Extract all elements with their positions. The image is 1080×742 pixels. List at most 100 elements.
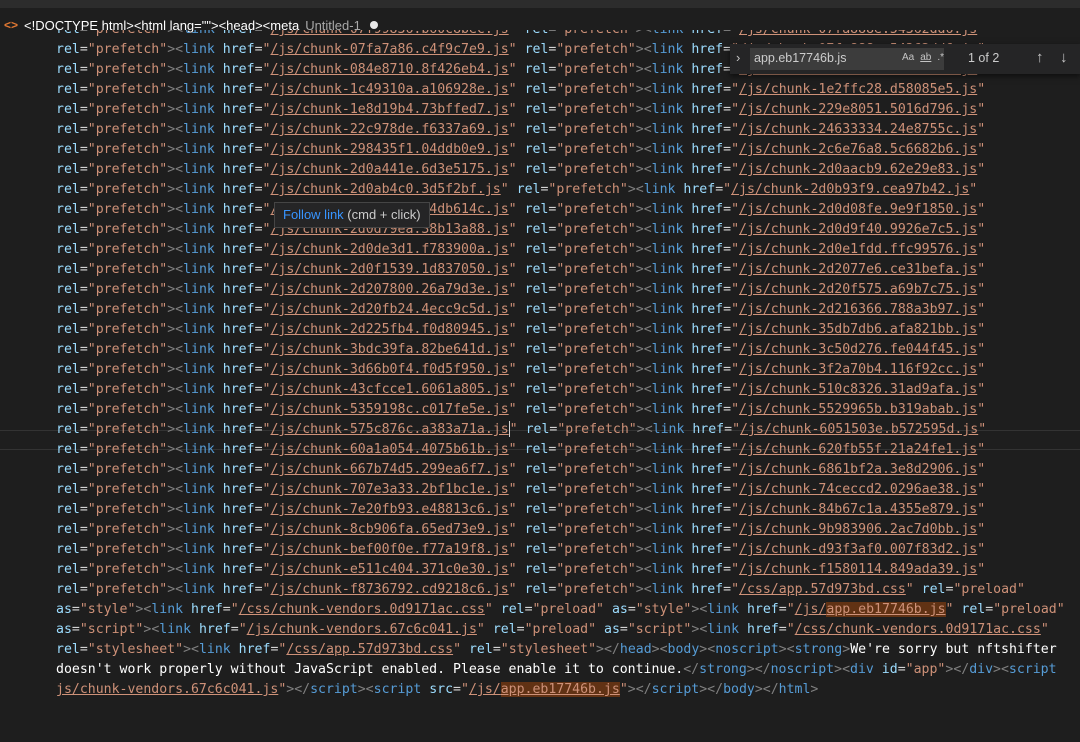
link-href[interactable]: /js/chunk-2d0b93f9.cea97b42.js [731,182,969,197]
link-href[interactable]: /js/chunk-7e20fb93.e48813c6.js [270,502,508,517]
attr-value: "style" [79,602,136,617]
use-regex-icon[interactable]: .* [937,52,944,63]
equals: = [723,562,732,577]
link-href[interactable]: /js/chunk-620fb55f.21a24fe1.js [739,442,977,457]
link-href[interactable]: /js/chunk-2d216366.788a3b97.js [739,302,977,317]
link-href[interactable]: /js/chunk-298435f1.04ddb0e9.js [270,142,508,157]
link-href[interactable]: /js/chunk-e511c404.371c0e30.js [270,562,508,577]
link-href[interactable]: /js/chunk-2c6e76a8.5c6682b6.js [739,142,977,157]
equals: = [71,602,80,617]
link-href[interactable]: /js/chunk-60a1a054.4075b61b.js [270,442,508,457]
next-match-icon[interactable]: ↓ [1060,49,1068,66]
link-href[interactable]: /js/chunk-3d66b0f4.f0d5f950.js [270,362,508,377]
link-href[interactable]: /js/chunk-2d0ab4c0.3d5f2bf.js [270,182,500,197]
link-href[interactable]: /css/app.57d973bd.css [286,642,453,657]
link-href[interactable]: /js/chunk-084e8710.8f426eb4.js [270,62,508,77]
bracket: >< [635,142,652,157]
attr-rel: rel [525,30,549,37]
link-href[interactable]: /js/chunk-2d0a441e.6d3e5175.js [270,162,508,177]
tag-link: link [183,222,215,237]
link-href[interactable]: /js/chunk-43cfcce1.6061a805.js [270,382,508,397]
find-match-highlight[interactable]: app.eb17746b.js [826,602,946,617]
link-href[interactable]: /js/chunk-f8736792.cd9218c6.js [270,582,508,597]
tag-div: div [850,662,874,677]
link-href[interactable]: /js/chunk-07f99836.b60c8bec.js [270,30,508,37]
attr-href: href [222,322,255,337]
link-href[interactable]: /js/chunk-07fa7a86.c4f9c7e9.js [270,42,508,57]
link-href[interactable]: /js/chunk-1e8d19b4.73bffed7.js [270,102,508,117]
attr-rel: rel [524,342,549,357]
find-input[interactable]: app.eb17746b.js Aa ab .* [750,48,944,70]
toggle-replace-chevron-icon[interactable]: › [736,50,740,65]
equals: = [524,602,533,617]
link-href[interactable]: /js/chunk-510c8326.31ad9afa.js [739,382,977,397]
link-href[interactable]: /css/chunk-vendors.0d9171ac.css [795,622,1041,637]
attr-href: href [691,242,724,257]
match-whole-word-icon[interactable]: ab [920,52,931,63]
link-href[interactable]: /js/chunk-1c49310a.a106928e.js [270,82,508,97]
unsaved-dot-icon[interactable] [369,21,378,29]
link-href[interactable]: /js/chunk-1e2ffc28.d58085e5.js [739,82,977,97]
link-href[interactable]: /js/chunk-2d0f1539.1d837050.js [270,262,508,277]
match-case-icon[interactable]: Aa [902,52,914,63]
link-href[interactable]: /css/chunk-vendors.0d9171ac.css [239,602,485,617]
code-line-prefetch: rel="prefetch"><link href="/js/chunk-707… [56,480,993,500]
link-href[interactable]: /js/chunk-5359198c.c017fe5e.js [270,402,508,417]
link-href[interactable]: /js/chunk-07fa888e.54362dd6.js [739,30,977,37]
link-href[interactable]: /js/chunk-3c50d276.fe044f45.js [739,342,977,357]
quote: " [731,222,740,237]
link-href[interactable]: /js/chunk-2d0d9f40.9926e7c5.js [739,222,977,237]
attr-value: "prefetch" [87,122,168,137]
link-href[interactable]: /js/chunk-2d20fb24.4ecc9c5d.js [270,302,508,317]
link-href[interactable]: /js/chunk-229e8051.5016d796.js [739,102,977,117]
link-href[interactable]: /js/chunk-6051503e.b572595d.js [740,422,978,437]
link-href[interactable]: /js/chunk-f1580114.849ada39.js [739,562,977,577]
attr-value: "prefetch" [87,522,168,537]
link-href-dir[interactable]: /js/ [795,602,827,617]
link-href[interactable]: /js/chunk-24633334.24e8755c.js [739,122,977,137]
link-href[interactable]: /js/chunk-2d0aacb9.62e29e83.js [739,162,977,177]
link-href[interactable]: /js/chunk-2d207800.26a79d3e.js [270,282,508,297]
previous-match-icon[interactable]: ↑ [1036,49,1044,66]
link-href[interactable]: /js/chunk-22c978de.f6337a69.js [270,122,508,137]
link-href[interactable]: /js/chunk-bef00f0e.f77a19f8.js [270,542,508,557]
bracket: >< [651,642,668,657]
link-href[interactable]: /js/chunk-2d2077e6.ce31befa.js [739,262,977,277]
link-href[interactable]: /js/chunk-3bdc39fa.82be641d.js [270,342,508,357]
link-href[interactable]: /js/chunk-d93f3af0.007f83d2.js [739,542,977,557]
bracket: >< [167,542,184,557]
code-editor[interactable]: rel = "prefetch" >< link href = " /js/chunk-07f… [0,30,1080,742]
link-href[interactable]: /js/chunk-707e3a33.2bf1bc1e.js [270,482,508,497]
link-href[interactable]: /js/chunk-2d20f575.a69b7c75.js [739,282,977,297]
link-href[interactable]: /js/chunk-3f2a70b4.116f92cc.js [739,362,977,377]
link-href[interactable]: /js/chunk-2d0e1fdd.ffc99576.js [739,242,977,257]
link-href[interactable]: /js/chunk-35db7db6.afa821bb.js [739,322,977,337]
link-href[interactable]: /js/chunk-74ceccd2.0296ae38.js [739,482,977,497]
code-line-prefetch: rel="prefetch"><link href="/js/chunk-2d2… [56,300,993,320]
attr-value: "prefetch" [556,302,636,317]
link-href[interactable]: /js/chunk-575c876c.a383a71a.js [270,422,508,437]
link-href[interactable]: /js/chunk-2d225fb4.f0d80945.js [270,322,508,337]
link-href[interactable]: js/chunk-vendors.67c6c041.js [56,682,278,697]
quote: " [731,322,740,337]
link-href[interactable]: /js/chunk-667b74d5.299ea6f7.js [270,462,508,477]
link-href[interactable]: /js/chunk-8cb906fa.65ed73e9.js [270,522,508,537]
link-href[interactable]: /js/chunk-2d0d08fe.9e9f1850.js [739,202,977,217]
attr-rel: rel [56,362,80,377]
link-href[interactable]: /js/chunk-84b67c1a.4355e879.js [739,502,977,517]
link-href[interactable]: /js/chunk-9b983906.2ac7d0bb.js [739,522,977,537]
link-href[interactable]: /js/chunk-2d0de3d1.f783900a.js [270,242,508,257]
link-href-dir[interactable]: /js/ [469,682,501,697]
link-href[interactable]: /js/chunk-6861bf2a.3e8d2906.js [739,462,977,477]
link-href[interactable]: /js/chunk-5529965b.b319abab.js [739,402,977,417]
link-href[interactable]: /css/app.57d973bd.css [739,582,906,597]
find-match-highlight[interactable]: app.eb17746b.js [500,682,620,697]
quote: " [723,182,732,197]
link-href[interactable]: /js/chunk-vendors.67c6c041.js [247,622,477,637]
follow-link-action[interactable]: Follow link [283,207,344,222]
